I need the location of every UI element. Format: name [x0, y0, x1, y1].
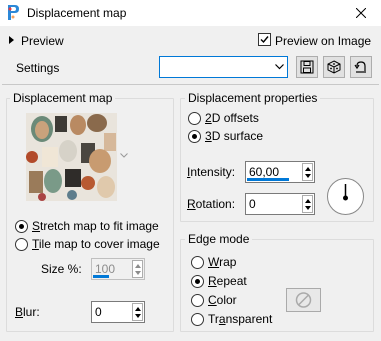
combo-dropdown-button[interactable] — [271, 57, 287, 77]
stretch-map-radio[interactable] — [15, 220, 28, 233]
close-icon — [355, 8, 366, 18]
spin-down-icon[interactable] — [135, 314, 141, 318]
size-percent-spinner[interactable]: 100 — [91, 258, 145, 280]
edge-color-swatch[interactable] — [286, 288, 321, 312]
rotation-label: Rotation: — [187, 197, 236, 211]
tile-map-label[interactable]: Tile map to cover image — [32, 237, 160, 251]
edge-color-label-rest: olor — [216, 293, 237, 307]
rotation-value: 0 — [249, 197, 256, 211]
spin-down-icon[interactable] — [305, 206, 311, 210]
intensity-label-rest: ntensity: — [190, 165, 236, 179]
thumbnail-dropdown-icon[interactable] — [120, 153, 128, 158]
rotation-dial[interactable] — [327, 178, 364, 215]
paintshop-app-icon — [6, 4, 20, 21]
rotation-spin-buttons[interactable] — [302, 195, 313, 213]
displacement-map-thumbnail[interactable] — [26, 113, 117, 201]
preview-on-image-checkbox[interactable] — [258, 33, 271, 46]
stretch-map-label-rest: tretch map to fit image — [40, 219, 159, 233]
intensity-spinner[interactable]: 60,00 — [245, 161, 315, 183]
size-spin-buttons[interactable] — [132, 260, 143, 278]
preview-on-image-label[interactable]: Preview on Image — [275, 34, 371, 48]
spin-up-icon[interactable] — [135, 264, 141, 268]
spin-up-icon[interactable] — [305, 167, 311, 171]
size-slider-bar[interactable] — [93, 275, 109, 278]
header-divider — [2, 84, 379, 85]
window-title: Displacement map — [27, 6, 127, 20]
spin-up-icon[interactable] — [305, 199, 311, 203]
spin-down-icon[interactable] — [135, 271, 141, 275]
collage-image — [26, 113, 117, 201]
dice-icon — [327, 60, 341, 74]
blur-spin-buttons[interactable] — [132, 303, 143, 321]
chevron-down-icon — [274, 64, 284, 70]
intensity-slider-bar[interactable] — [247, 178, 289, 181]
surface-3d-label[interactable]: 3D surface — [205, 129, 263, 143]
reset-arrow-icon — [354, 61, 366, 73]
edge-wrap-label[interactable]: Wrap — [208, 255, 236, 269]
no-color-icon — [295, 292, 312, 308]
edge-color-radio[interactable] — [191, 294, 204, 307]
title-bar: Displacement map — [0, 0, 381, 26]
offsets-2d-label-rest: D offsets — [211, 111, 259, 125]
size-percent-label: Size %: — [41, 262, 82, 276]
offsets-2d-label[interactable]: 2D offsets — [205, 111, 259, 125]
rotation-label-rest: otation: — [195, 197, 236, 211]
edge-color-label[interactable]: Color — [208, 293, 237, 307]
dial-needle-icon — [343, 184, 348, 201]
blur-label: Blur: — [15, 305, 40, 319]
size-percent-value: 100 — [95, 262, 116, 276]
settings-label: Settings — [16, 61, 60, 75]
blur-spinner[interactable]: 0 — [91, 301, 145, 323]
displacement-map-group-title: Displacement map — [10, 91, 116, 105]
edge-transparent-label[interactable]: Transparent — [208, 312, 272, 326]
blur-label-rest: lur: — [23, 305, 40, 319]
randomize-button[interactable] — [323, 56, 345, 78]
edge-repeat-radio[interactable] — [191, 275, 204, 288]
edge-transparent-radio[interactable] — [191, 313, 204, 326]
edge-wrap-radio[interactable] — [191, 256, 204, 269]
preview-label[interactable]: Preview — [21, 34, 64, 48]
close-button[interactable] — [340, 0, 381, 26]
save-disk-icon — [300, 60, 314, 74]
stretch-map-label[interactable]: Stretch map to fit image — [32, 219, 159, 233]
settings-combo[interactable] — [159, 56, 288, 78]
edge-wrap-label-rest: rap — [219, 255, 237, 269]
surface-3d-radio[interactable] — [188, 130, 201, 143]
spin-up-icon[interactable] — [135, 307, 141, 311]
edge-repeat-label-rest: epeat — [216, 274, 247, 288]
spin-down-icon[interactable] — [305, 174, 311, 178]
rotation-spinner[interactable]: 0 — [245, 193, 315, 215]
edge-transparent-label-rest: nsparent — [225, 312, 273, 326]
edge-repeat-label[interactable]: Repeat — [208, 274, 247, 288]
checkmark-icon — [260, 36, 269, 44]
offsets-2d-radio[interactable] — [188, 112, 201, 125]
blur-value: 0 — [95, 305, 102, 319]
intensity-spin-buttons[interactable] — [302, 163, 313, 181]
save-preset-button[interactable] — [296, 56, 318, 78]
edge-mode-group-title: Edge mode — [185, 232, 253, 246]
reset-button[interactable] — [350, 56, 372, 78]
tile-map-label-rest: ile map to cover image — [38, 237, 160, 251]
preview-expand-icon[interactable] — [9, 36, 14, 44]
displacement-properties-group-title: Displacement properties — [185, 91, 321, 105]
tile-map-radio[interactable] — [15, 238, 28, 251]
edge-transparent-label-pre: Tr — [208, 312, 219, 326]
intensity-label: Intensity: — [187, 165, 236, 179]
surface-3d-label-rest: D surface — [211, 129, 264, 143]
intensity-value: 60,00 — [249, 165, 280, 179]
